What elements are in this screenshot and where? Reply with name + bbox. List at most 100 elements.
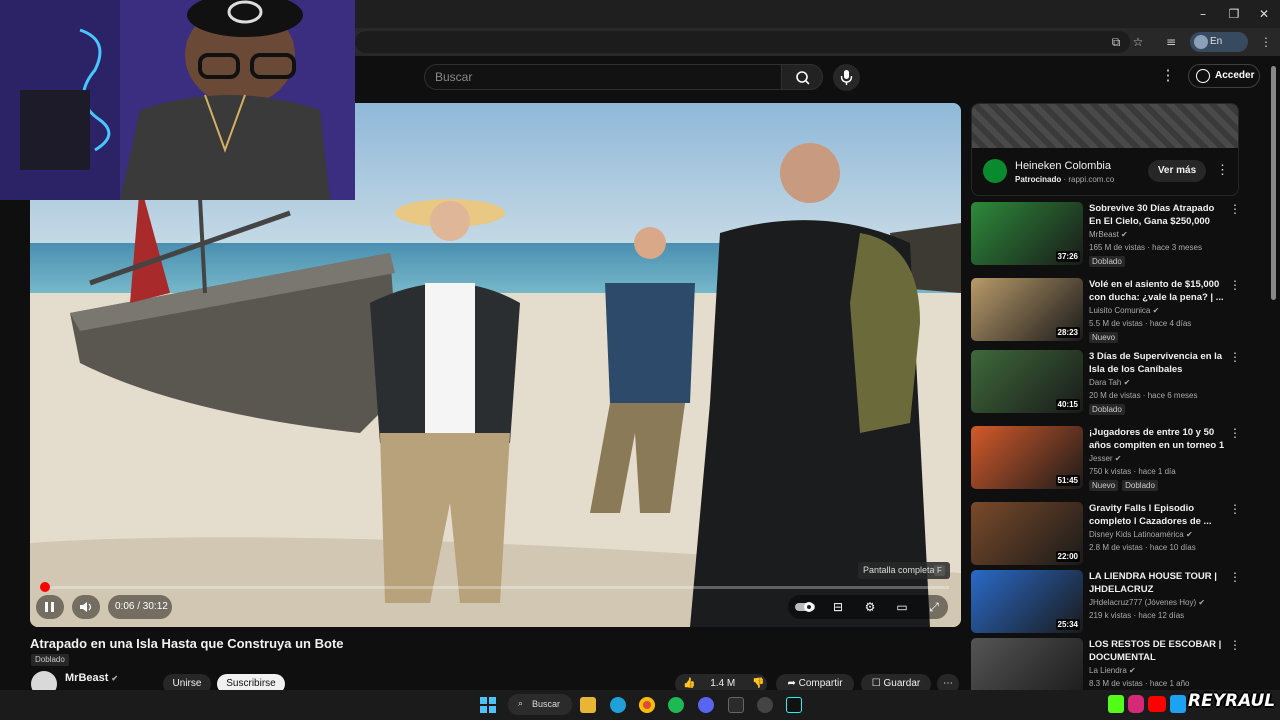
maximize-icon[interactable]: ❐ xyxy=(1226,6,1242,22)
theater-mode-icon[interactable]: ▭ xyxy=(894,600,910,614)
verified-icon: ✔ xyxy=(1152,306,1160,315)
profile-paused-chip[interactable]: En pausa xyxy=(1190,32,1248,67)
fullscreen-icon[interactable]: ⤢ xyxy=(926,600,942,614)
obs-icon[interactable] xyxy=(757,697,773,713)
discord-icon[interactable] xyxy=(698,697,714,713)
rec-title[interactable]: LOS RESTOS DE ESCOBAR | DOCUMENTAL xyxy=(1089,638,1227,664)
spotify-icon[interactable] xyxy=(668,697,684,713)
thumbs-up-icon: 👍 xyxy=(683,678,696,689)
rec-thumbnail[interactable]: 25:34 xyxy=(971,570,1083,633)
rec-menu-icon[interactable]: ⋮ xyxy=(1229,638,1241,652)
save-icon: ☐ xyxy=(871,678,881,689)
media-control-icon[interactable]: ≡ xyxy=(1163,34,1179,50)
chrome-icon[interactable] xyxy=(639,697,655,713)
recommendation-item[interactable]: 22:00 Gravity Falls l Episodio completo l… xyxy=(971,502,1241,568)
rec-title[interactable]: 3 Días de Supervivencia en la Isla de lo… xyxy=(1089,350,1227,376)
rec-channel-wrap[interactable]: JHdelacruz777 (Jóvenes Hoy) ✔ xyxy=(1089,598,1205,607)
rec-channel-wrap[interactable]: Disney Kids Latinoamérica ✔ xyxy=(1089,530,1193,539)
progress-bar[interactable] xyxy=(40,582,949,592)
browser-menu-icon[interactable]: ⋮ xyxy=(1258,34,1274,50)
rec-title[interactable]: LA LIENDRA HOUSE TOUR | JHDELACRUZ xyxy=(1089,570,1227,596)
rec-meta: 165 M de vistas · hace 3 meses xyxy=(1089,243,1202,252)
ad-menu-icon[interactable]: ⋮ xyxy=(1216,162,1229,178)
play-pause-button[interactable] xyxy=(36,595,64,619)
dubbed-badge: Doblado xyxy=(31,654,69,666)
autoplay-toggle[interactable] xyxy=(795,601,819,613)
video-title: Atrapado en una Isla Hasta que Construya… xyxy=(30,636,344,651)
rec-menu-icon[interactable]: ⋮ xyxy=(1229,426,1241,440)
rec-thumbnail[interactable]: 51:45 xyxy=(971,426,1083,489)
settings-gear-icon[interactable]: ⚙ xyxy=(862,600,878,614)
rec-title[interactable]: Volé en el asiento de $15,000 con ducha:… xyxy=(1089,278,1227,304)
taskbar-search-label: Buscar xyxy=(532,699,561,709)
sign-in-button[interactable]: Acceder xyxy=(1188,64,1260,88)
ad-subline: Patrocinado · rappi.com.co xyxy=(1015,175,1115,184)
rec-menu-icon[interactable]: ⋮ xyxy=(1229,278,1241,292)
recommendation-item[interactable]: 25:34 LA LIENDRA HOUSE TOUR | JHDELACRUZ J… xyxy=(971,570,1241,636)
share-icon: ➦ xyxy=(787,678,796,689)
progress-scrubber[interactable] xyxy=(40,582,50,592)
rec-thumbnail[interactable]: 28:23 xyxy=(971,278,1083,341)
rec-channel: La Liendra xyxy=(1089,666,1127,675)
rec-duration: 22:00 xyxy=(1055,551,1080,562)
social-logos xyxy=(1108,695,1186,713)
url-field[interactable] xyxy=(355,31,1130,53)
thumbs-down-icon[interactable]: 👎 xyxy=(752,678,764,689)
ad-domain: rappi.com.co xyxy=(1068,175,1115,184)
rec-duration: 25:34 xyxy=(1055,619,1080,630)
rec-menu-icon[interactable]: ⋮ xyxy=(1229,502,1241,516)
rec-meta: 2.8 M de vistas · hace 10 días xyxy=(1089,543,1196,552)
settings-menu-icon[interactable]: ⋮ xyxy=(1160,66,1176,86)
rec-channel-wrap[interactable]: Dara Tah ✔ xyxy=(1089,378,1130,387)
rec-menu-icon[interactable]: ⋮ xyxy=(1229,570,1241,584)
subtitles-icon[interactable]: ⊟ xyxy=(830,600,846,614)
verified-icon: ✔ xyxy=(1121,230,1128,239)
volume-button[interactable] xyxy=(72,595,100,619)
app-icon[interactable] xyxy=(728,697,744,713)
rec-thumbnail[interactable]: 22:00 xyxy=(971,502,1083,565)
search-icon xyxy=(796,71,810,85)
channel-name-wrap[interactable]: MrBeast ✔ xyxy=(65,672,118,684)
install-app-icon[interactable]: ⧉ xyxy=(1108,34,1124,50)
edge-icon[interactable] xyxy=(610,697,626,713)
rec-channel: Disney Kids Latinoamérica xyxy=(1089,530,1184,539)
rec-channel-wrap[interactable]: Jesser ✔ xyxy=(1089,454,1122,463)
rec-title[interactable]: Gravity Falls l Episodio completo l Caza… xyxy=(1089,502,1227,528)
rec-channel-wrap[interactable]: La Liendra ✔ xyxy=(1089,666,1136,675)
volume-icon xyxy=(80,602,92,612)
close-icon[interactable]: ✕ xyxy=(1256,6,1272,22)
recommendation-item[interactable]: 40:15 3 Días de Supervivencia en la Isla … xyxy=(971,350,1241,416)
rec-duration: 40:15 xyxy=(1055,399,1080,410)
channel-name: MrBeast xyxy=(65,672,109,684)
rec-menu-icon[interactable]: ⋮ xyxy=(1229,350,1241,364)
rec-thumbnail[interactable]: 37:26 xyxy=(971,202,1083,265)
recommendation-item[interactable]: 37:26 Sobrevive 30 Días Atrapado En El Ci… xyxy=(971,202,1241,268)
rec-meta: 8.3 M de vistas · hace 1 año xyxy=(1089,679,1190,688)
tooltip-key: F xyxy=(934,565,945,576)
ad-cta-button[interactable]: Ver más xyxy=(1148,160,1206,182)
verified-icon: ✔ xyxy=(1123,378,1131,387)
search-input[interactable]: Buscar xyxy=(424,64,781,90)
page-scrollbar[interactable] xyxy=(1271,66,1276,300)
file-explorer-icon[interactable] xyxy=(580,697,596,713)
rec-duration: 51:45 xyxy=(1055,475,1080,486)
recommendation-item[interactable]: 28:23 Volé en el asiento de $15,000 con d… xyxy=(971,278,1241,344)
verified-icon: ✔ xyxy=(1114,454,1122,463)
search-button[interactable] xyxy=(781,64,823,90)
bookmark-star-icon[interactable]: ☆ xyxy=(1130,34,1146,50)
rec-menu-icon[interactable]: ⋮ xyxy=(1229,202,1241,216)
rec-thumbnail[interactable]: 40:15 xyxy=(971,350,1083,413)
tiktok-icon[interactable] xyxy=(786,697,802,713)
recommendation-item[interactable]: 51:45 ¡Jugadores de entre 10 y 50 años co… xyxy=(971,426,1241,492)
taskbar-search[interactable]: ⌕ Buscar xyxy=(508,694,572,715)
rec-channel-wrap[interactable]: Luisito Comunica ✔ xyxy=(1089,306,1159,315)
windows-start-icon[interactable] xyxy=(480,697,496,713)
rec-title[interactable]: Sobrevive 30 Días Atrapado En El Cielo, … xyxy=(1089,202,1227,228)
rec-meta: 750 k vistas · hace 1 día xyxy=(1089,467,1176,476)
voice-search-button[interactable] xyxy=(833,64,860,91)
rec-title[interactable]: ¡Jugadores de entre 10 y 50 años compite… xyxy=(1089,426,1227,453)
minimize-icon[interactable]: – xyxy=(1195,6,1211,22)
taskbar-search-icon: ⌕ xyxy=(518,699,524,709)
rec-channel-wrap[interactable]: MrBeast ✔ xyxy=(1089,230,1128,239)
sponsored-ad-card[interactable]: Heineken Colombia Patrocinado · rappi.co… xyxy=(971,103,1239,196)
